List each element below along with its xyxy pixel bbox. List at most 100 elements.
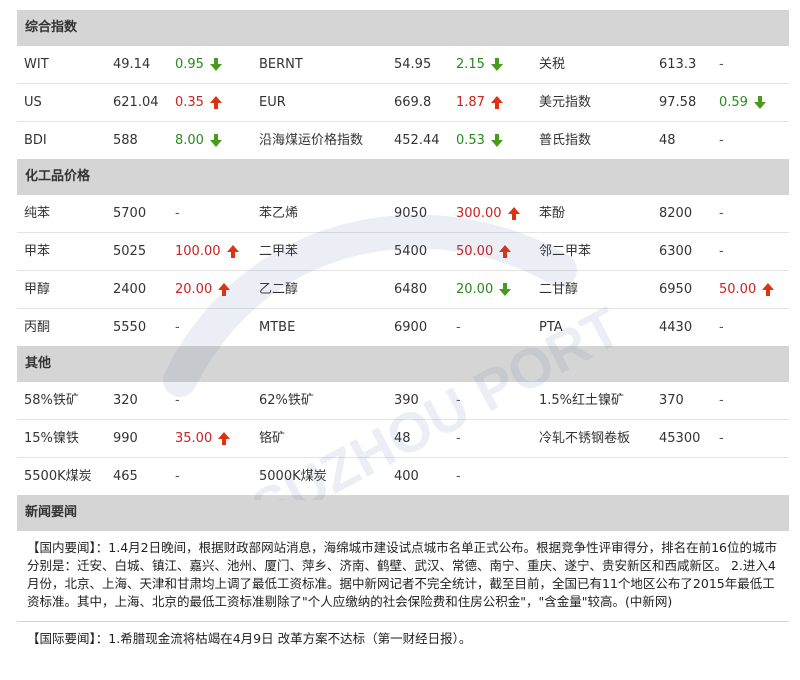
- table-row: 丙酮 5550 - MTBE 6900 - PTA 4430 -: [17, 309, 789, 346]
- item-value: 9050: [394, 206, 428, 221]
- item-name: 58%铁矿: [24, 393, 79, 408]
- table-row: 15%镍铁 990 35.00 铬矿 48 - 冷轧不锈钢卷板 45300 -: [17, 420, 789, 458]
- table-row: 5500K煤炭 465 - 5000K煤炭 400 -: [17, 458, 789, 495]
- table-row: 甲苯 5025 100.00 二甲苯 5400 50.00 邻二甲苯 6300 -: [17, 233, 789, 271]
- item-name: US: [24, 95, 42, 110]
- item-change-value: -: [175, 320, 180, 335]
- item-change: 20.00: [456, 271, 512, 308]
- item-change-value: 0.95: [175, 57, 204, 72]
- item-change: -: [719, 46, 724, 83]
- item-value: 320: [113, 393, 138, 408]
- item-value: 390: [394, 393, 419, 408]
- rows-chemical: 纯苯 5700 - 苯乙烯 9050 300.00 苯酚 8200 - 甲苯 5025 100.00 二…: [17, 195, 789, 346]
- rows-other: 58%铁矿 320 - 62%铁矿 390 - 1.5%红土镍矿 370 - 15%镍铁 990 35…: [17, 382, 789, 495]
- item-change: 0.95: [175, 46, 222, 83]
- item-value: 48: [394, 431, 411, 446]
- item-name: 铬矿: [259, 431, 286, 446]
- arrow-up-icon: [499, 245, 512, 258]
- item-change-value: 8.00: [175, 133, 204, 148]
- item-change-value: 300.00: [456, 206, 502, 221]
- domestic-news-text: 1.4月2日晚间，根据财政部网站消息，海绵城市建设试点城市名单正式公布。根据竞争…: [27, 540, 778, 609]
- item-change: 1.87: [456, 84, 503, 121]
- item-name: 关税: [539, 57, 566, 72]
- arrow-down-icon: [499, 283, 512, 296]
- item-value: 4430: [659, 320, 693, 335]
- item-change-value: 50.00: [719, 282, 757, 297]
- international-news: 【国际要闻】：1.希腊现金流将枯竭在4月9日 改革方案不达标（第一财经日报）。: [17, 622, 789, 656]
- rows-composite: WIT 49.14 0.95 BERNT 54.95 2.15 关税 613.3 - US 621.…: [17, 46, 789, 159]
- section-composite-index: 综合指数 WIT 49.14 0.95 BERNT 54.95 2.15 关税 613.3 - U…: [17, 10, 789, 159]
- intl-news-text: 1.希腊现金流将枯竭在4月9日 改革方案不达标（第一财经日报）。: [108, 631, 472, 646]
- table-row: BDI 588 8.00 沿海煤运价格指数 452.44 0.53 普氏指数 48 -: [17, 122, 789, 159]
- item-change-value: 100.00: [175, 244, 221, 259]
- domestic-news: 【国内要闻】：1.4月2日晚间，根据财政部网站消息，海绵城市建设试点城市名单正式…: [17, 531, 789, 621]
- item-name: 冷轧不锈钢卷板: [539, 431, 631, 446]
- item-change: -: [719, 233, 724, 270]
- item-change-value: 2.15: [456, 57, 485, 72]
- item-change-value: 35.00: [175, 431, 213, 446]
- item-value: 400: [394, 469, 419, 484]
- item-change-value: -: [719, 431, 724, 446]
- item-change-value: -: [719, 57, 724, 72]
- item-change-value: 1.87: [456, 95, 485, 110]
- item-change: -: [175, 458, 180, 495]
- section-chemical-prices: 化工品价格 纯苯 5700 - 苯乙烯 9050 300.00 苯酚 8200 - 甲苯 5025 1…: [17, 159, 789, 346]
- item-value: 97.58: [659, 95, 697, 110]
- item-name: BERNT: [259, 57, 303, 72]
- section-title: 其他: [17, 346, 789, 382]
- table-row: 58%铁矿 320 - 62%铁矿 390 - 1.5%红土镍矿 370 -: [17, 382, 789, 420]
- item-value: 6480: [394, 282, 428, 297]
- item-change-value: -: [719, 206, 724, 221]
- item-name: PTA: [539, 320, 563, 335]
- item-change: 8.00: [175, 122, 222, 159]
- item-change-value: 20.00: [175, 282, 213, 297]
- item-change: 50.00: [719, 271, 775, 308]
- item-change: -: [719, 420, 724, 457]
- item-change: -: [719, 309, 724, 346]
- item-name: 甲苯: [24, 244, 51, 259]
- item-value: 6300: [659, 244, 693, 259]
- item-value: 5700: [113, 206, 147, 221]
- intl-news-label: 【国际要闻】：: [27, 631, 109, 646]
- item-name: WIT: [24, 57, 49, 72]
- item-name: 二甘醇: [539, 282, 579, 297]
- arrow-up-icon: [507, 207, 520, 220]
- item-change: 0.53: [456, 122, 503, 159]
- item-name: 苯酚: [539, 206, 566, 221]
- item-change: -: [719, 195, 724, 232]
- item-change-value: -: [719, 320, 724, 335]
- item-value: 6950: [659, 282, 693, 297]
- arrow-down-icon: [490, 134, 503, 147]
- item-change: -: [456, 309, 461, 346]
- arrow-up-icon: [226, 245, 239, 258]
- item-change: 0.59: [719, 84, 766, 121]
- domestic-news-label: 【国内要闻】：: [27, 540, 109, 555]
- item-value: 669.8: [394, 95, 432, 110]
- arrow-up-icon: [209, 96, 222, 109]
- item-change-value: -: [175, 469, 180, 484]
- item-value: 5025: [113, 244, 147, 259]
- section-title: 化工品价格: [17, 159, 789, 195]
- section-news: 新闻要闻 【国内要闻】：1.4月2日晚间，根据财政部网站消息，海绵城市建设试点城…: [17, 495, 789, 656]
- item-change-value: -: [175, 206, 180, 221]
- market-data-panel: 综合指数 WIT 49.14 0.95 BERNT 54.95 2.15 关税 613.3 - U…: [17, 10, 789, 656]
- item-change-value: -: [456, 393, 461, 408]
- item-change: 300.00: [456, 195, 520, 232]
- item-value: 452.44: [394, 133, 440, 148]
- item-name: 美元指数: [539, 95, 592, 110]
- item-value: 48: [659, 133, 676, 148]
- item-value: 49.14: [113, 57, 151, 72]
- item-name: 62%铁矿: [259, 393, 314, 408]
- item-change: -: [719, 122, 724, 159]
- item-change: -: [456, 382, 461, 419]
- arrow-down-icon: [490, 58, 503, 71]
- item-change: -: [175, 309, 180, 346]
- item-change-value: -: [719, 133, 724, 148]
- item-change-value: 20.00: [456, 282, 494, 297]
- arrow-down-icon: [209, 134, 222, 147]
- arrow-down-icon: [753, 96, 766, 109]
- arrow-up-icon: [762, 283, 775, 296]
- item-value: 588: [113, 133, 138, 148]
- section-other: 其他 58%铁矿 320 - 62%铁矿 390 - 1.5%红土镍矿 370 - 15%镍铁 99…: [17, 346, 789, 495]
- item-change-value: -: [719, 244, 724, 259]
